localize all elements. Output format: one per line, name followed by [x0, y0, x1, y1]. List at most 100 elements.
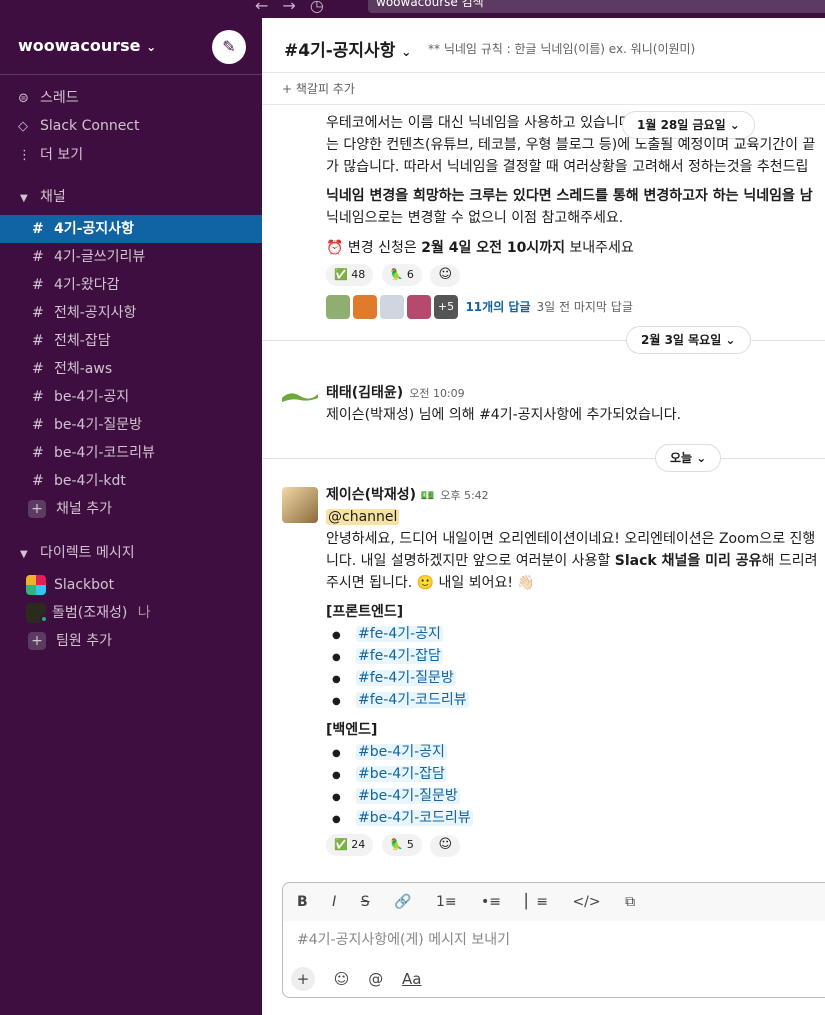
message-line: 안녕하세요, 드디어 내일이면 오리엔테이션이네요! 오리엔테이션은 Zoom으… — [326, 531, 816, 547]
bullet-icon: ● — [332, 652, 341, 663]
list-item: ● #fe-4기-질문방 — [326, 667, 456, 691]
sidebar-channel[interactable]: # 전체-잡담 — [0, 327, 262, 355]
ordered-list-button[interactable]: 1≡ — [436, 883, 457, 921]
nav-slack-connect[interactable]: ◇ Slack Connect — [18, 113, 140, 139]
code-button[interactable]: </> — [572, 883, 600, 921]
bullet-icon: ● — [332, 674, 341, 685]
mention-button[interactable]: @ — [368, 970, 383, 988]
add-reaction-button[interactable]: ☺ — [430, 835, 461, 857]
chevron-down-icon: ⌄ — [401, 45, 412, 59]
thread-summary[interactable]: +5 11개의 답글 3일 전 마지막 답글 — [326, 295, 633, 319]
sidebar-channel[interactable]: # be-4기-질문방 — [0, 411, 262, 439]
bold-button[interactable]: B — [297, 883, 308, 921]
threads-icon: ⊜ — [18, 91, 29, 106]
channel-topic[interactable]: ** 닉네임 규칙 : 한글 닉네임(이름) ex. 워니(이원미) — [428, 40, 695, 57]
reactions-bar: ✅ 48 🦜 6 ☺ — [326, 263, 461, 287]
hash-icon: # — [32, 333, 44, 349]
sidebar-channel[interactable]: #4기-글쓰기리뷰 — [0, 243, 262, 271]
author-name[interactable]: 제이슨(박재성) — [326, 487, 416, 503]
channels-section-header[interactable]: ▼ 채널 — [20, 184, 66, 210]
attach-button[interactable]: + — [291, 967, 315, 991]
add-reaction-button[interactable]: ☺ — [430, 265, 461, 287]
message-header: 제이슨(박재성) 💵 오후 5:42 — [326, 484, 489, 507]
avatar[interactable] — [282, 384, 318, 410]
workspace-name[interactable]: woowacourse ⌄ — [18, 36, 156, 55]
message-line: 닉네임 변경을 희망하는 크루는 있다면 스레드를 통해 변경하고자 하는 닉네… — [326, 188, 813, 204]
italic-button[interactable]: I — [332, 883, 336, 921]
compose-button[interactable]: ✎ — [212, 30, 246, 64]
channel-mention[interactable]: @channel — [326, 509, 400, 525]
message-line: 주시면 됩니다. 🙂 내일 뵈어요! 👋🏻 — [326, 575, 535, 591]
plus-icon: + — [28, 632, 46, 650]
add-teammate-button[interactable]: + 팀원 추가 — [0, 627, 262, 655]
list-item: ● #fe-4기-잡담 — [326, 645, 443, 669]
more-repliers-badge: +5 — [434, 295, 458, 319]
chevron-down-icon: ⌄ — [146, 40, 157, 54]
hash-icon: # — [32, 277, 44, 293]
bulleted-list-button[interactable]: •≡ — [481, 883, 501, 921]
hash-icon: # — [32, 389, 44, 405]
sidebar-channel[interactable]: # 전체-aws — [0, 355, 262, 383]
channel-title-button[interactable]: #4기-공지사항 ⌄ — [284, 36, 411, 61]
emoji-button[interactable]: ☺ — [334, 970, 350, 988]
avatar — [326, 295, 350, 319]
avatar — [353, 295, 377, 319]
add-bookmark-button[interactable]: + 책갈피 추가 — [262, 73, 825, 105]
message-line: ⏰ 변경 신청은 2월 4일 오전 10시까지 보내주세요 — [326, 240, 634, 256]
plus-icon: + — [28, 500, 46, 518]
code-block-button[interactable]: ⧉ — [625, 883, 635, 921]
reaction-checkmark[interactable]: ✅ 24 — [326, 834, 374, 856]
message-line: 닉네임으로는 변경할 수 없으니 이점 참고해주세요. — [326, 210, 624, 226]
sidebar: woowacourse ⌄ ✎ ⊜ 스레드 ◇ Slack Connect ⋮ 더 보… — [0, 18, 262, 1015]
hash-icon: # — [32, 305, 44, 321]
bullet-icon: ● — [332, 748, 341, 759]
add-emoji-icon: ☺ — [438, 837, 453, 852]
sidebar-channel[interactable]: # 전체-공지사항 — [0, 299, 262, 327]
author-name[interactable]: 태태(김태윤) — [326, 385, 403, 401]
hash-icon: # — [32, 221, 44, 237]
sidebar-channel[interactable]: #4기-왔다감 — [0, 271, 262, 299]
blockquote-button[interactable]: ▏≡ — [526, 883, 549, 921]
date-jump-pill[interactable]: 2월 3일 목요일 ⌄ — [626, 326, 751, 354]
message-line: @channel — [326, 506, 400, 528]
avatar — [380, 295, 404, 319]
date-divider — [262, 458, 825, 459]
compose-icon: ✎ — [222, 37, 236, 56]
list-item: ● #be-4기-잡담 — [326, 763, 447, 787]
workspace-header[interactable]: woowacourse ⌄ ✎ — [0, 18, 262, 75]
formatting-toggle-button[interactable]: Aa — [402, 970, 421, 988]
sidebar-dm-self[interactable]: 돌범(조재성) 나 — [0, 599, 262, 627]
thread-replies-link[interactable]: 11개의 답글 — [465, 300, 530, 314]
list-item: ● #fe-4기-코드리뷰 — [326, 689, 469, 713]
message-composer[interactable]: B I S 🔗 1≡ •≡ ▏≡ </> ⧉ #4기-공지사항에(게) 메시지 … — [282, 882, 825, 998]
bullet-icon: ● — [332, 814, 341, 825]
nav-more[interactable]: ⋮ 더 보기 — [18, 142, 83, 168]
list-item: ● #be-4기-질문방 — [326, 785, 460, 809]
title-bar: ←→◷ woowacourse 검색 — [0, 0, 825, 18]
presence-active-icon — [40, 615, 48, 623]
timestamp[interactable]: 오전 10:09 — [409, 387, 464, 400]
link-button[interactable]: 🔗 — [394, 883, 411, 921]
message-input[interactable]: #4기-공지사항에(게) 메시지 보내기 — [297, 929, 510, 949]
strikethrough-button[interactable]: S — [361, 883, 370, 921]
caret-down-icon: ▼ — [20, 549, 28, 560]
add-channel-button[interactable]: + 채널 추가 — [0, 495, 262, 523]
section-heading: [백엔드] — [326, 722, 378, 738]
message-line: 가 많습니다. 따라서 닉네임을 결정할 때 여러상황을 고려해서 정하는것을 … — [326, 159, 809, 175]
sidebar-channel-4기-공지사항[interactable]: #4기-공지사항 — [0, 215, 262, 243]
dm-section-header[interactable]: ▼ 다이렉트 메시지 — [20, 540, 135, 566]
reaction-checkmark[interactable]: ✅ 48 — [326, 264, 374, 286]
date-jump-pill[interactable]: 오늘 ⌄ — [655, 444, 722, 472]
reaction-parrot[interactable]: 🦜 6 — [381, 264, 422, 286]
nav-threads[interactable]: ⊜ 스레드 — [18, 85, 79, 111]
history-nav[interactable]: ←→◷ — [255, 0, 338, 15]
sidebar-dm-slackbot[interactable]: Slackbot — [0, 571, 262, 599]
bullet-icon: ● — [332, 770, 341, 781]
sidebar-channel[interactable]: # be-4기-코드리뷰 — [0, 439, 262, 467]
sidebar-channel[interactable]: # be-4기-kdt — [0, 467, 262, 495]
avatar[interactable] — [282, 487, 318, 523]
timestamp[interactable]: 오후 5:42 — [440, 489, 488, 502]
sidebar-channel[interactable]: # be-4기-공지 — [0, 383, 262, 411]
search-input[interactable]: woowacourse 검색 — [368, 0, 825, 13]
reaction-parrot[interactable]: 🦜 5 — [381, 834, 422, 856]
